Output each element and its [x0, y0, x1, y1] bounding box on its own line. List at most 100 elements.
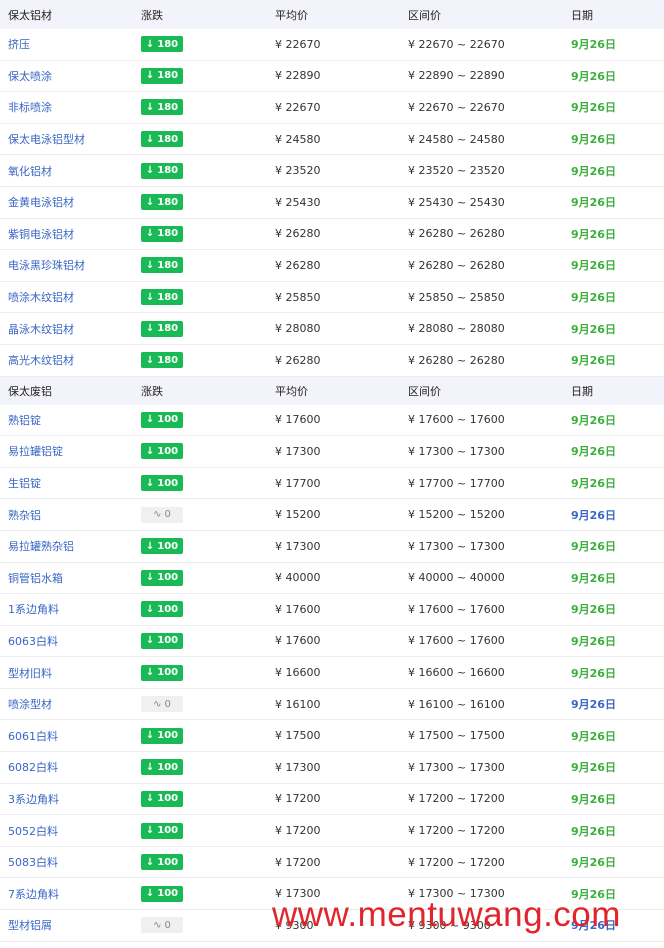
date-value: 9月26日	[571, 413, 616, 427]
header-change: 涨跌	[141, 384, 163, 398]
section-aluminum-profiles: 保太铝材 涨跌 平均价 区间价 日期 挤压 ↓ 180 ¥ 22670 ¥ 22670 ~ 226…	[0, 0, 664, 377]
avg-price: ¥ 23520	[275, 164, 321, 178]
product-link[interactable]: 保太电泳铝型材	[8, 131, 85, 147]
product-link[interactable]: 型材旧料	[8, 665, 52, 681]
product-link[interactable]: 6063白料	[8, 633, 58, 649]
down-arrow-icon: ↓	[145, 540, 155, 552]
table-row: 6082白料 ↓ 100 ¥ 17300 ¥ 17300 ~ 17300 9月26日	[0, 752, 664, 784]
change-value: 180	[157, 228, 179, 240]
date-value: 9月26日	[571, 856, 616, 870]
down-arrow-icon: ↓	[145, 572, 155, 584]
product-link[interactable]: 5083白料	[8, 854, 58, 870]
avg-price: ¥ 24580	[275, 132, 321, 146]
avg-price: ¥ 17200	[275, 792, 321, 806]
range-price: ¥ 17600 ~ 17600	[408, 602, 505, 616]
change-cell: ↓ 100	[141, 759, 183, 776]
change-cell: ↓ 180	[141, 257, 183, 274]
table-row: 喷涂型材 ∿ 0 ¥ 16100 ¥ 16100 ~ 16100 9月26日	[0, 689, 664, 721]
row-line: 挤压 ↓ 180 ¥ 22670 ¥ 22670 ~ 22670 9月26日	[0, 29, 664, 60]
avg-price: ¥ 17700	[275, 476, 321, 490]
range-price: ¥ 26280 ~ 26280	[408, 258, 505, 272]
date-value: 9月26日	[571, 477, 616, 491]
product-link[interactable]: 喷涂木纹铝材	[8, 289, 74, 305]
table-row: 生铝锭 ↓ 100 ¥ 17700 ¥ 17700 ~ 17700 9月26日	[0, 468, 664, 500]
change-badge: ↓ 180	[141, 162, 183, 179]
avg-price: ¥ 22670	[275, 37, 321, 51]
date-value: 9月26日	[571, 792, 616, 806]
product-link[interactable]: 喷涂型材	[8, 696, 52, 712]
change-badge: ↓ 100	[141, 822, 183, 839]
avg-price: ¥ 22670	[275, 100, 321, 114]
table-row: 6061白料 ↓ 100 ¥ 17500 ¥ 17500 ~ 17500 9月26日	[0, 720, 664, 753]
product-link[interactable]: 易拉罐熟杂铝	[8, 538, 74, 554]
change-badge: ↓ 180	[141, 289, 183, 306]
product-link[interactable]: 1系边角料	[8, 601, 59, 617]
product-link[interactable]: 型材铝屑	[8, 917, 52, 933]
range-price: ¥ 25850 ~ 25850	[408, 290, 505, 304]
product-link[interactable]: 铜管铝水箱	[8, 570, 63, 586]
change-badge: ∿ 0	[141, 917, 183, 934]
product-link[interactable]: 高光木纹铝材	[8, 352, 74, 368]
table-row: 型材旧料 ↓ 100 ¥ 16600 ¥ 16600 ~ 16600 9月26日	[0, 657, 664, 689]
table-row: 6063白料 ↓ 100 ¥ 17600 ¥ 17600 ~ 17600 9月26日	[0, 626, 664, 658]
product-link[interactable]: 电泳黑珍珠铝材	[8, 257, 85, 273]
product-link[interactable]: 3系边角料	[8, 791, 59, 807]
date-value: 9月26日	[571, 603, 616, 617]
change-badge: ↓ 180	[141, 67, 183, 84]
down-arrow-icon: ↓	[145, 133, 155, 145]
change-cell: ∿ 0	[141, 696, 183, 713]
change-badge: ↓ 100	[141, 443, 183, 460]
change-badge: ↓ 100	[141, 854, 183, 871]
date-value: 9月26日	[571, 729, 616, 743]
product-link[interactable]: 金黄电泳铝材	[8, 194, 74, 210]
header-avg-price: 平均价	[275, 8, 308, 22]
change-value: 100	[157, 730, 179, 742]
table-row: 熟铝锭 ↓ 100 ¥ 17600 ¥ 17600 ~ 17600 9月26日	[0, 405, 664, 437]
product-link[interactable]: 挤压	[8, 36, 30, 52]
change-cell: ↓ 180	[141, 289, 183, 306]
down-arrow-icon: ↓	[145, 635, 155, 647]
avg-price: ¥ 25430	[275, 195, 321, 209]
change-value: 180	[157, 70, 179, 82]
change-cell: ∿ 0	[141, 506, 183, 523]
avg-price: ¥ 17600	[275, 413, 321, 427]
down-arrow-icon: ↓	[145, 730, 155, 742]
table-row: 5083白料 ↓ 100 ¥ 17200 ¥ 17200 ~ 17200 9月26日	[0, 847, 664, 879]
range-price: ¥ 17700 ~ 17700	[408, 476, 505, 490]
date-value: 9月26日	[571, 824, 616, 838]
date-value: 9月26日	[571, 322, 616, 336]
change-cell: ↓ 100	[141, 601, 183, 618]
product-link[interactable]: 紫铜电泳铝材	[8, 226, 74, 242]
change-badge: ↓ 100	[141, 759, 183, 776]
product-link[interactable]: 熟杂铝	[8, 507, 41, 523]
row-line: 1系边角料 ↓ 100 ¥ 17600 ¥ 17600 ~ 17600 9月26日	[0, 594, 664, 625]
change-value: 100	[157, 825, 179, 837]
row-line: 生铝锭 ↓ 100 ¥ 17700 ¥ 17700 ~ 17700 9月26日	[0, 468, 664, 499]
change-badge: ↓ 100	[141, 411, 183, 428]
avg-price: ¥ 16100	[275, 697, 321, 711]
product-link[interactable]: 晶泳木纹铝材	[8, 321, 74, 337]
product-link[interactable]: 6082白料	[8, 759, 58, 775]
product-link[interactable]: 氧化铝材	[8, 163, 52, 179]
change-value: 180	[157, 165, 179, 177]
change-badge: ∿ 0	[141, 696, 183, 713]
change-badge: ↓ 100	[141, 727, 183, 744]
price-table: 保太铝材 涨跌 平均价 区间价 日期 挤压 ↓ 180 ¥ 22670 ¥ 22670 ~ 226…	[0, 0, 664, 942]
change-cell: ↓ 100	[141, 411, 183, 428]
product-link[interactable]: 生铝锭	[8, 475, 41, 491]
product-link[interactable]: 熟铝锭	[8, 412, 41, 428]
product-link[interactable]: 5052白料	[8, 823, 58, 839]
change-badge: ↓ 180	[141, 352, 183, 369]
product-link[interactable]: 保太喷涂	[8, 68, 52, 84]
product-link[interactable]: 6061白料	[8, 728, 58, 744]
change-cell: ↓ 100	[141, 885, 183, 902]
date-value: 9月26日	[571, 69, 616, 83]
range-price: ¥ 17200 ~ 17200	[408, 792, 505, 806]
change-cell: ↓ 180	[141, 131, 183, 148]
product-link[interactable]: 非标喷涂	[8, 99, 52, 115]
change-badge: ↓ 180	[141, 131, 183, 148]
product-link[interactable]: 7系边角料	[8, 886, 59, 902]
change-badge: ↓ 180	[141, 36, 183, 53]
change-cell: ↓ 180	[141, 99, 183, 116]
product-link[interactable]: 易拉罐铝锭	[8, 443, 63, 459]
